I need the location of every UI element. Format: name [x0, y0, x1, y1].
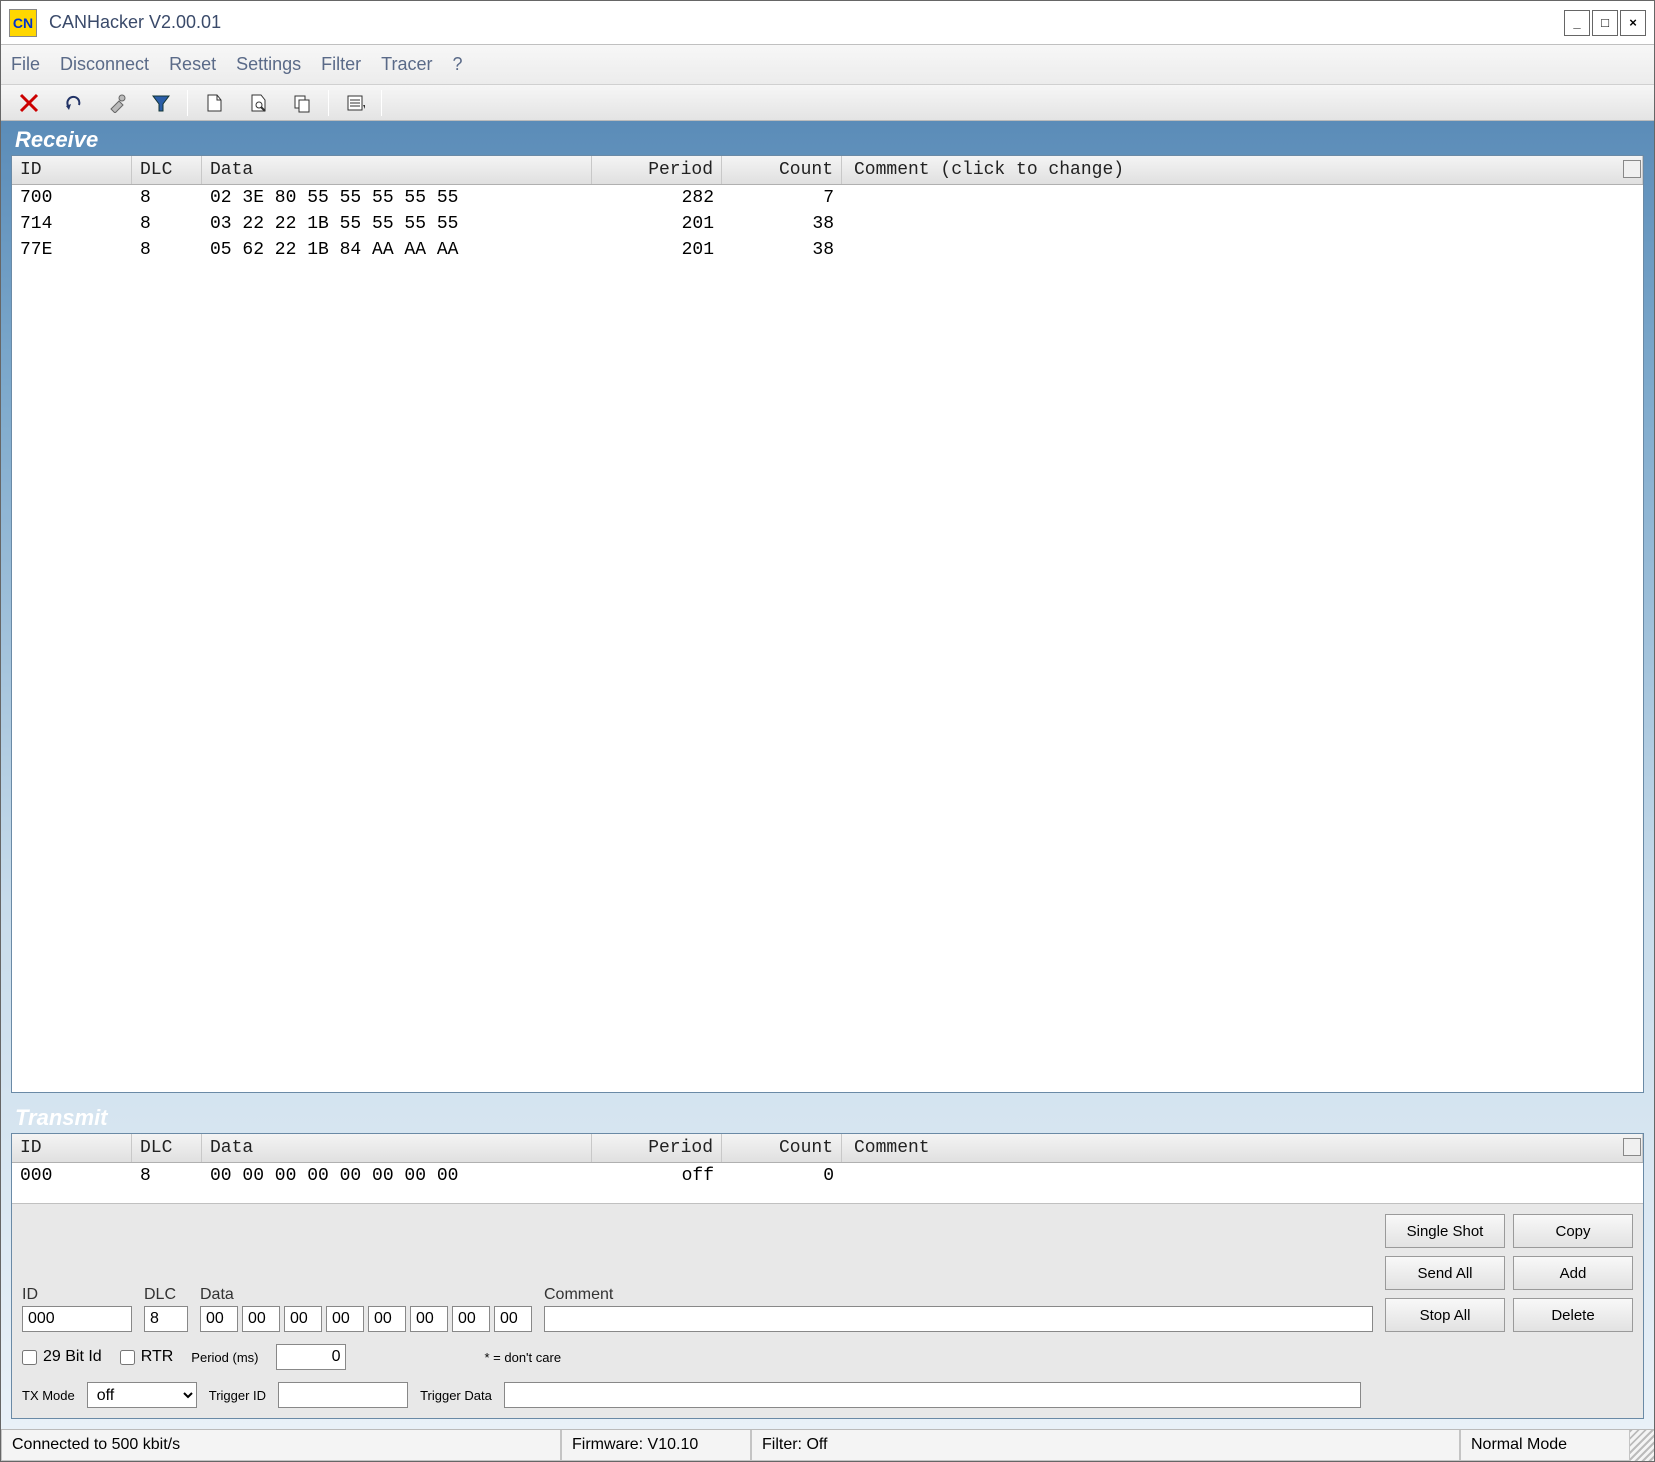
data-byte-7-input[interactable]	[494, 1306, 532, 1332]
transmit-panel: Transmit ID DLC Data Period Count Commen…	[11, 1103, 1644, 1419]
status-filter: Filter: Off	[751, 1430, 1460, 1461]
triggerid-label: Trigger ID	[209, 1388, 266, 1403]
menu-file[interactable]: File	[11, 54, 40, 75]
list-icon[interactable]	[333, 88, 377, 118]
resize-grip-icon[interactable]	[1630, 1430, 1654, 1461]
transmit-controls: ID DLC Data Comment	[12, 1203, 1643, 1418]
tx-col-data[interactable]: Data	[202, 1134, 592, 1162]
stop-all-button[interactable]: Stop All	[1385, 1298, 1505, 1332]
rtr-check-input[interactable]	[120, 1350, 135, 1365]
copy-button[interactable]: Copy	[1513, 1214, 1633, 1248]
triggerdata-label: Trigger Data	[420, 1388, 492, 1403]
menu-reset[interactable]: Reset	[169, 54, 216, 75]
menu-filter[interactable]: Filter	[321, 54, 361, 75]
single-shot-button[interactable]: Single Shot	[1385, 1214, 1505, 1248]
comment-label: Comment	[544, 1286, 1373, 1304]
filter-icon[interactable]	[139, 88, 183, 118]
new-file-icon[interactable]	[192, 88, 236, 118]
status-connection: Connected to 500 kbit/s	[1, 1430, 561, 1461]
content-area: Receive ID DLC Data Period Count Comment…	[1, 121, 1654, 1429]
col-data[interactable]: Data	[202, 156, 592, 184]
data-byte-3-input[interactable]	[326, 1306, 364, 1332]
tx-col-count[interactable]: Count	[722, 1134, 842, 1162]
receive-header-menu-icon[interactable]	[1623, 160, 1641, 178]
period-input[interactable]	[276, 1344, 346, 1370]
title-bar: CN CANHacker V2.00.01 _ □ ×	[1, 1, 1654, 45]
menu-help[interactable]: ?	[452, 54, 462, 75]
minimize-button[interactable]: _	[1564, 10, 1590, 36]
table-row[interactable]: 000800 00 00 00 00 00 00 00off0	[12, 1163, 1643, 1189]
data-byte-1-input[interactable]	[242, 1306, 280, 1332]
table-row[interactable]: 700802 3E 80 55 55 55 55 552827	[12, 185, 1643, 211]
status-bar: Connected to 500 kbit/s Firmware: V10.10…	[1, 1429, 1654, 1461]
toolbar	[1, 85, 1654, 121]
tx-col-comment[interactable]: Comment	[842, 1134, 1643, 1162]
dlc-label: DLC	[144, 1286, 188, 1304]
table-row[interactable]: 77E805 62 22 1B 84 AA AA AA20138	[12, 237, 1643, 263]
preview-icon[interactable]	[236, 88, 280, 118]
send-all-button[interactable]: Send All	[1385, 1256, 1505, 1290]
table-row[interactable]: 714803 22 22 1B 55 55 55 5520138	[12, 211, 1643, 237]
tools-icon[interactable]	[95, 88, 139, 118]
menu-bar: File Disconnect Reset Settings Filter Tr…	[1, 45, 1654, 85]
maximize-button[interactable]: □	[1592, 10, 1618, 36]
data-byte-6-input[interactable]	[452, 1306, 490, 1332]
close-button[interactable]: ×	[1620, 10, 1646, 36]
rtr-checkbox[interactable]: RTR	[120, 1348, 174, 1366]
data-bytes	[200, 1306, 532, 1332]
col-comment[interactable]: Comment (click to change)	[842, 156, 1643, 184]
transmit-header-menu-icon[interactable]	[1623, 1138, 1641, 1156]
receive-header: ID DLC Data Period Count Comment (click …	[12, 156, 1643, 185]
id-input[interactable]	[22, 1306, 132, 1332]
window-title: CANHacker V2.00.01	[49, 12, 221, 33]
bit29-label: 29 Bit Id	[43, 1348, 102, 1366]
data-byte-2-input[interactable]	[284, 1306, 322, 1332]
status-firmware: Firmware: V10.10	[561, 1430, 751, 1461]
tx-col-dlc[interactable]: DLC	[132, 1134, 202, 1162]
undo-icon[interactable]	[51, 88, 95, 118]
col-period[interactable]: Period	[592, 156, 722, 184]
transmit-title: Transmit	[11, 1103, 1644, 1133]
receive-grid[interactable]: 700802 3E 80 55 55 55 55 552827714803 22…	[12, 185, 1643, 1092]
tx-col-period[interactable]: Period	[592, 1134, 722, 1162]
txmode-label: TX Mode	[22, 1388, 75, 1403]
bit29-check-input[interactable]	[22, 1350, 37, 1365]
triggerid-input[interactable]	[278, 1382, 408, 1408]
receive-title: Receive	[11, 125, 1644, 155]
app-icon: CN	[9, 9, 37, 37]
clear-icon[interactable]	[7, 88, 51, 118]
txmode-select[interactable]: off	[87, 1382, 197, 1408]
add-button[interactable]: Add	[1513, 1256, 1633, 1290]
dlc-input[interactable]	[144, 1306, 188, 1332]
col-count[interactable]: Count	[722, 156, 842, 184]
col-dlc[interactable]: DLC	[132, 156, 202, 184]
data-byte-0-input[interactable]	[200, 1306, 238, 1332]
triggerdata-input[interactable]	[504, 1382, 1361, 1408]
menu-settings[interactable]: Settings	[236, 54, 301, 75]
rtr-label: RTR	[141, 1348, 174, 1366]
transmit-header: ID DLC Data Period Count Comment	[12, 1134, 1643, 1163]
menu-tracer[interactable]: Tracer	[381, 54, 432, 75]
id-label: ID	[22, 1286, 132, 1304]
comment-input[interactable]	[544, 1306, 1373, 1332]
bit29-checkbox[interactable]: 29 Bit Id	[22, 1348, 102, 1366]
period-label: Period (ms)	[191, 1350, 258, 1365]
data-byte-4-input[interactable]	[368, 1306, 406, 1332]
tx-col-id[interactable]: ID	[12, 1134, 132, 1162]
menu-disconnect[interactable]: Disconnect	[60, 54, 149, 75]
data-byte-5-input[interactable]	[410, 1306, 448, 1332]
receive-panel: Receive ID DLC Data Period Count Comment…	[11, 125, 1644, 1093]
transmit-grid[interactable]: 000800 00 00 00 00 00 00 00off0	[12, 1163, 1643, 1203]
copy-icon[interactable]	[280, 88, 324, 118]
delete-button[interactable]: Delete	[1513, 1298, 1633, 1332]
data-label: Data	[200, 1286, 532, 1304]
status-mode: Normal Mode	[1460, 1430, 1630, 1461]
dontcare-label: * = don't care	[484, 1350, 561, 1365]
col-id[interactable]: ID	[12, 156, 132, 184]
